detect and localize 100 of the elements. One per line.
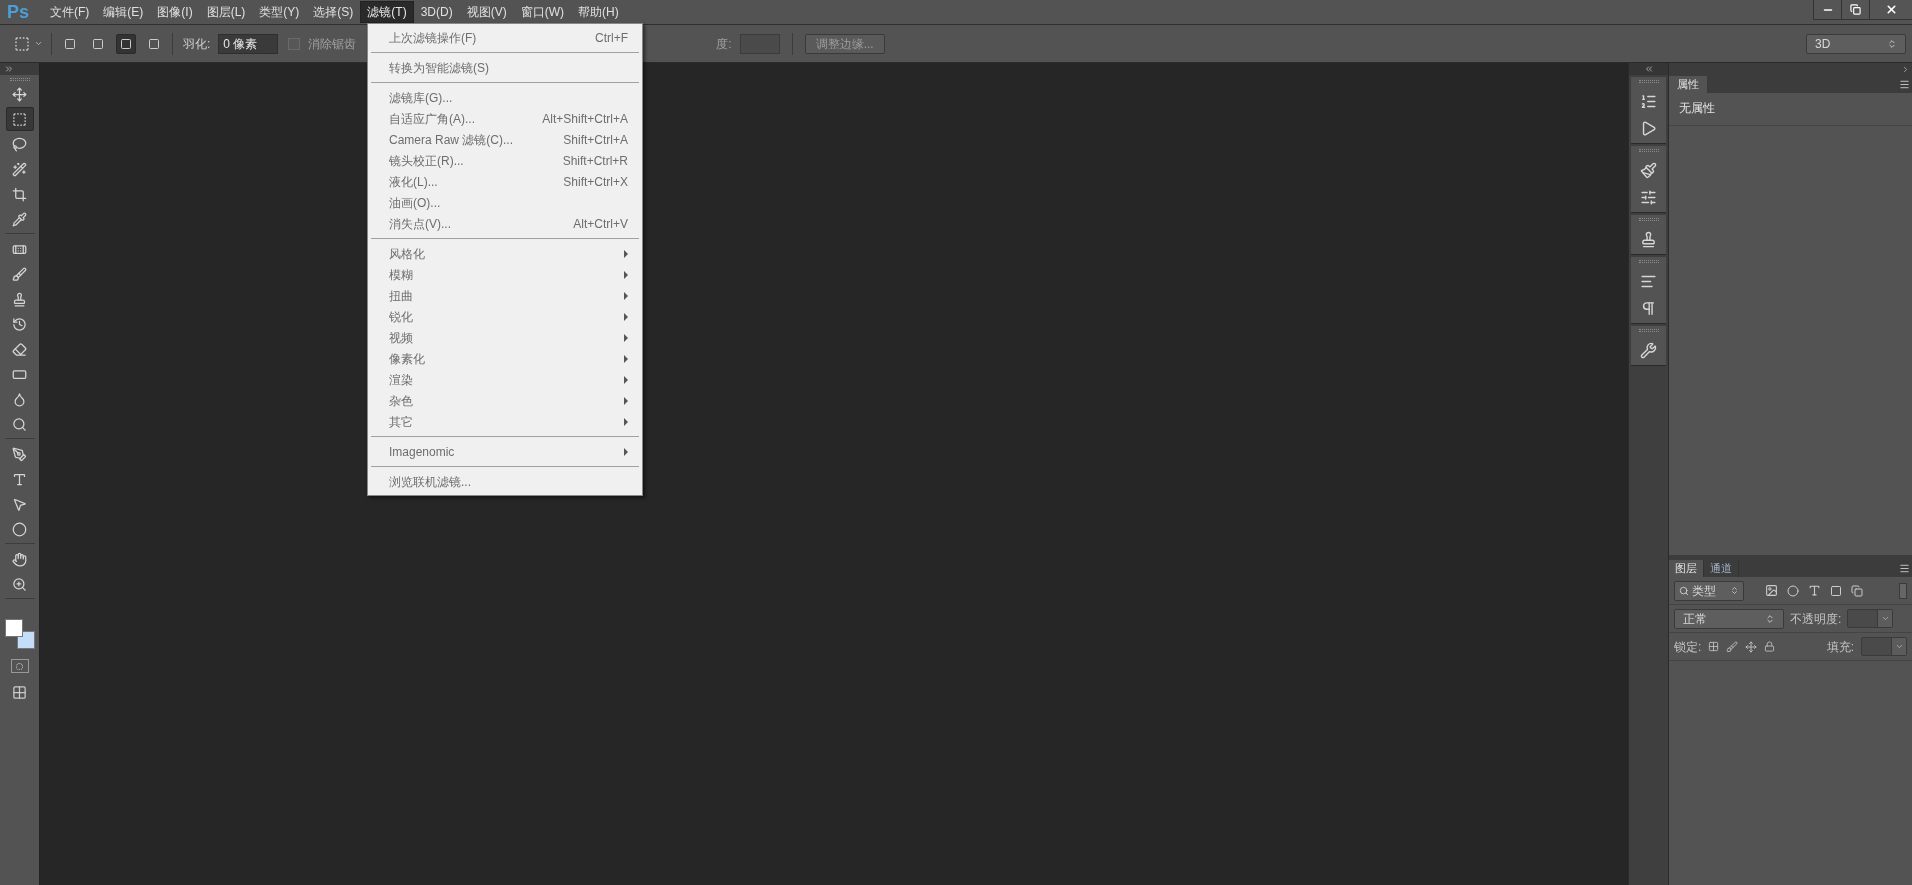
play-icon[interactable]: [1640, 120, 1657, 137]
adjustment-filter-icon[interactable]: [1787, 584, 1799, 597]
lock-position-icon[interactable]: [1745, 640, 1758, 653]
caret-icon: [34, 39, 43, 48]
antialias-label: 消除锯齿: [308, 35, 357, 53]
panel-tab[interactable]: 属性: [1669, 76, 1707, 93]
panel-tab[interactable]: 图层: [1669, 560, 1704, 577]
close-icon: [1884, 3, 1898, 16]
shape-filter-icon[interactable]: [1830, 584, 1842, 597]
crop-icon: [12, 186, 27, 202]
dashed-square-icon: [14, 35, 30, 52]
lock-brush-icon[interactable]: [1726, 640, 1739, 653]
menu-item[interactable]: 视图(V): [459, 1, 514, 23]
lasso-icon: [12, 136, 27, 152]
stepper-icon: [1765, 613, 1775, 624]
submenu-arrow-icon: [624, 249, 628, 258]
pen-icon: [12, 446, 27, 462]
fill-label: 填充:: [1826, 638, 1854, 656]
tool-preset-picker[interactable]: [14, 35, 43, 52]
stepper-icon: [1887, 38, 1897, 49]
properties-message: 无属性: [1679, 100, 1716, 117]
restore-icon: [1850, 4, 1861, 15]
menu-item[interactable]: 滤镜(T): [360, 1, 414, 23]
menu-item[interactable]: 帮助(H): [571, 1, 626, 23]
submenu-arrow-icon: [624, 291, 628, 300]
eyedropper-icon: [12, 211, 27, 227]
menu-item[interactable]: 选择(S): [306, 1, 361, 23]
filter-toggle[interactable]: [1899, 582, 1907, 599]
panel-menu-icon[interactable]: [1899, 79, 1910, 90]
opacity-label: 不透明度:: [1790, 610, 1842, 628]
caret-icon: [1880, 614, 1890, 623]
submenu-arrow-icon: [624, 270, 628, 279]
menu-item[interactable]: 文件(F): [43, 1, 97, 23]
menu-item[interactable]: 窗口(W): [513, 1, 571, 23]
color-swatches[interactable]: [4, 619, 35, 649]
search-icon: [1679, 585, 1689, 596]
fill-field[interactable]: [1861, 637, 1907, 656]
image-filter-icon[interactable]: [1765, 584, 1778, 597]
history-icon: [12, 316, 27, 332]
pilcrow-icon[interactable]: [1640, 300, 1657, 317]
collapse-icon[interactable]: [1643, 64, 1654, 74]
magnifier-icon: [12, 416, 27, 432]
sliders-icon[interactable]: [1640, 189, 1657, 206]
panel-grip[interactable]: [1638, 149, 1659, 152]
submenu-arrow-icon: [624, 312, 628, 321]
filter-kind-dropdown[interactable]: 类型: [1674, 580, 1744, 601]
selection-mode-button[interactable]: [116, 33, 136, 54]
blend-mode-dropdown[interactable]: 正常: [1674, 608, 1784, 629]
tool-button[interactable]: [5, 107, 34, 131]
panel-grip[interactable]: [1638, 260, 1659, 263]
droplet-icon: [12, 391, 27, 407]
expand-icon[interactable]: [1901, 64, 1910, 74]
submenu-arrow-icon: [624, 333, 628, 342]
feather-label: 羽化:: [183, 35, 211, 53]
submenu-arrow-icon: [624, 375, 628, 384]
brush-icon: [12, 266, 27, 282]
opacity-field[interactable]: [1847, 609, 1894, 628]
panel-grip[interactable]: [1638, 218, 1659, 221]
ellipse-icon: [12, 521, 27, 537]
type-icon: [12, 471, 27, 487]
panel-grip[interactable]: [9, 78, 30, 81]
menu-item[interactable]: 3D(D): [413, 1, 460, 23]
panel-grip[interactable]: [1638, 329, 1659, 332]
panel-tab[interactable]: 通道: [1704, 560, 1739, 577]
lock-icon[interactable]: [1764, 641, 1776, 652]
caret-icon: [1894, 642, 1904, 651]
stamp-icon: [12, 291, 27, 307]
stamp-icon[interactable]: [1640, 231, 1657, 248]
field-label: 度:: [716, 35, 732, 53]
expand-icon[interactable]: [4, 64, 14, 74]
panel-grip[interactable]: [1638, 80, 1659, 83]
dashed-square-icon: [12, 111, 27, 127]
quick-mask-button[interactable]: [10, 659, 29, 673]
submenu-arrow-icon: [624, 417, 628, 426]
submenu-arrow-icon: [624, 447, 628, 456]
feather-field[interactable]: 0 像素: [218, 33, 279, 54]
wand-icon: [12, 161, 27, 177]
smart-object-filter-icon[interactable]: [1851, 584, 1863, 597]
menu-item[interactable]: 图像(I): [150, 1, 200, 23]
lock-label: 锁定:: [1674, 638, 1702, 656]
eraser-icon: [12, 341, 27, 357]
square-icon: [120, 37, 132, 50]
square-icon: [148, 37, 160, 50]
workspace-dropdown[interactable]: 3D: [1806, 33, 1906, 54]
hand-icon: [12, 551, 27, 567]
brushes-icon[interactable]: [1640, 162, 1657, 179]
move-icon: [12, 86, 27, 102]
type-filter-icon[interactable]: [1808, 584, 1821, 597]
arrow-pointer-icon: [12, 496, 27, 512]
menu-item[interactable]: 类型(Y): [252, 1, 307, 23]
zoom-icon: [12, 576, 27, 592]
square-icon: [64, 37, 76, 50]
menu-item[interactable]: 图层(L): [199, 1, 253, 23]
refine-edge-button[interactable]: 调整边缘...: [804, 33, 885, 54]
history-list-icon[interactable]: [1640, 93, 1657, 110]
lock-transparent-icon[interactable]: [1708, 641, 1720, 652]
app-logo: Ps: [7, 3, 30, 21]
submenu-arrow-icon: [624, 354, 628, 363]
menu-item[interactable]: 编辑(E): [96, 1, 151, 23]
panel-menu-icon[interactable]: [1899, 563, 1910, 574]
